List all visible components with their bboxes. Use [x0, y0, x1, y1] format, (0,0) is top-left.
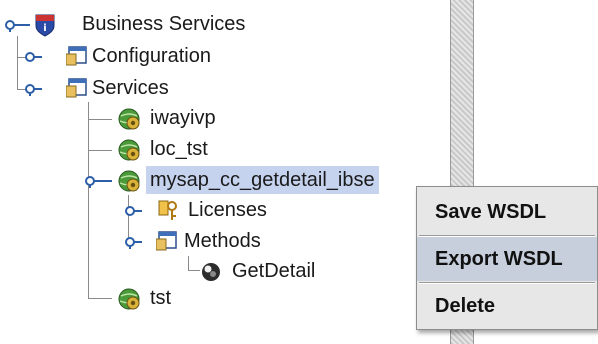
tree-node-label: Configuration [92, 45, 211, 67]
expand-handle-icon[interactable] [84, 174, 112, 188]
folder-window-icon [66, 78, 87, 98]
tree-node-service[interactable]: loc_tst [112, 135, 212, 163]
tree-node-methods[interactable]: Methods [124, 227, 265, 255]
tree-line [88, 150, 112, 151]
business-services-shield-icon: i [35, 14, 55, 37]
service-gear-globe-icon [118, 170, 140, 192]
tree-node-getdetail[interactable]: GetDetail [198, 257, 319, 285]
expand-handle-icon[interactable] [4, 18, 32, 32]
export-wsdl-menu-item[interactable]: Export WSDL [417, 237, 597, 281]
expand-handle-icon[interactable] [124, 235, 152, 249]
tree-node-configuration[interactable]: Configuration [24, 42, 215, 70]
tree-line [88, 298, 112, 299]
expand-handle-icon[interactable] [24, 82, 52, 96]
tree-line [88, 119, 112, 120]
tree-node-service[interactable]: tst [112, 284, 175, 312]
method-ball-icon [202, 263, 220, 281]
tree-node-label: iwayivp [150, 107, 216, 129]
tree-node-label: loc_tst [150, 138, 208, 160]
svg-text:i: i [43, 23, 46, 34]
service-gear-globe-icon [118, 108, 140, 130]
service-gear-globe-icon [118, 288, 140, 310]
tree-node-label: tst [150, 287, 172, 309]
tree-node-service[interactable]: iwayivp [112, 104, 220, 132]
tree-line [17, 36, 18, 90]
tree-node-services[interactable]: Services [24, 74, 173, 102]
tree-node-label: mysap_cc_getdetail_ibse [146, 166, 379, 194]
folder-window-icon [66, 46, 87, 66]
license-key-icon [158, 200, 177, 220]
tree-node-label: Services [92, 77, 169, 99]
collapse-handle-icon[interactable] [24, 50, 52, 64]
collapse-handle-icon[interactable] [124, 204, 152, 218]
context-menu: Save WSDL Export WSDL Delete [416, 186, 598, 330]
tree-node-business-services[interactable]: i Business Services [4, 10, 249, 38]
tree-node-service-selected[interactable]: mysap_cc_getdetail_ibse [84, 166, 379, 194]
tree-node-label: Licenses [188, 199, 267, 221]
service-tree: i Business Services Configuration Servic… [0, 0, 450, 344]
tree-node-label: GetDetail [232, 260, 316, 282]
tree-node-label: Methods [184, 230, 261, 252]
service-gear-globe-icon [118, 139, 140, 161]
tree-line [88, 102, 89, 298]
save-wsdl-menu-item[interactable]: Save WSDL [417, 190, 597, 234]
tree-line [188, 256, 189, 270]
tree-node-licenses[interactable]: Licenses [124, 196, 271, 224]
tree-node-label: Business Services [82, 13, 246, 35]
folder-window-icon [156, 231, 177, 251]
delete-menu-item[interactable]: Delete [417, 284, 597, 328]
